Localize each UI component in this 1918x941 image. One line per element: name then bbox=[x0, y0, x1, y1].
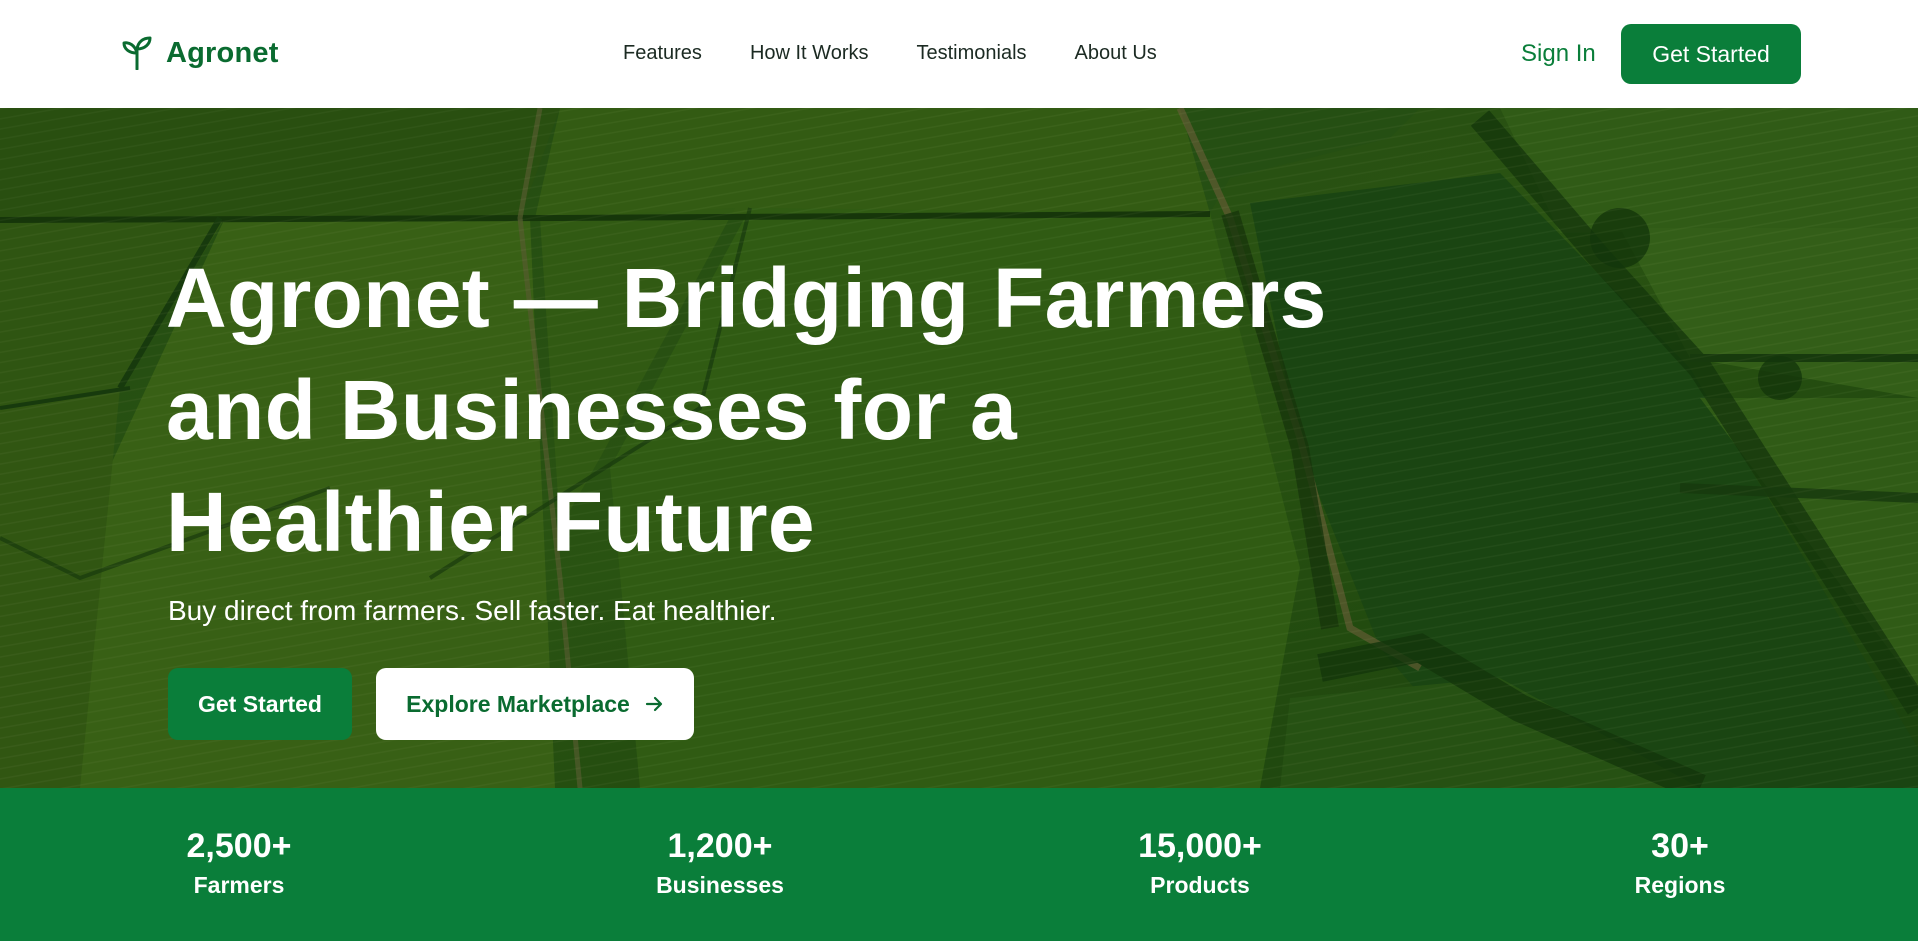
nav-link-testimonials[interactable]: Testimonials bbox=[916, 42, 1026, 65]
arrow-right-icon bbox=[645, 696, 662, 712]
brand-name: Agronet bbox=[166, 36, 279, 69]
stat-farmers: 2,500+ Farmers bbox=[109, 826, 369, 902]
stats-bar: 2,500+ Farmers 1,200+ Businesses 15,000+… bbox=[0, 788, 1918, 941]
stat-businesses: 1,200+ Businesses bbox=[590, 826, 850, 902]
explore-marketplace-button[interactable]: Explore Marketplace bbox=[376, 668, 694, 740]
stat-value: 2,500+ bbox=[186, 827, 292, 865]
explore-marketplace-label: Explore Marketplace bbox=[406, 690, 630, 717]
sprout-icon bbox=[122, 36, 152, 70]
hero-subtitle: Buy direct from farmers. Sell faster. Ea… bbox=[168, 595, 777, 626]
brand-logo-link[interactable]: Agronet bbox=[122, 36, 279, 70]
hero-get-started-button[interactable]: Get Started bbox=[168, 668, 352, 740]
hero-title: Agronet — Bridging Farmers and Businesse… bbox=[166, 251, 1327, 569]
stat-regions: 30+ Regions bbox=[1550, 826, 1810, 902]
stat-label: Regions bbox=[1634, 872, 1726, 898]
stat-value: 30+ bbox=[1651, 827, 1709, 865]
stat-value: 15,000+ bbox=[1138, 827, 1262, 865]
nav-link-about-us[interactable]: About Us bbox=[1075, 42, 1157, 65]
nav-link-features[interactable]: Features bbox=[623, 42, 702, 65]
top-navbar: Agronet Features How It Works Testimonia… bbox=[0, 0, 1918, 108]
stat-label: Farmers bbox=[193, 872, 285, 898]
nav-link-how-it-works[interactable]: How It Works bbox=[750, 42, 869, 65]
stat-label: Businesses bbox=[656, 872, 784, 898]
main-nav: Features How It Works Testimonials About… bbox=[623, 42, 1157, 65]
stat-products: 15,000+ Products bbox=[1070, 826, 1330, 902]
nav-get-started-button[interactable]: Get Started bbox=[1621, 24, 1801, 84]
stat-value: 1,200+ bbox=[667, 827, 773, 865]
sign-in-link[interactable]: Sign In bbox=[1521, 40, 1596, 68]
stat-label: Products bbox=[1150, 872, 1250, 898]
hero-section: Agronet — Bridging Farmers and Businesse… bbox=[0, 108, 1918, 788]
